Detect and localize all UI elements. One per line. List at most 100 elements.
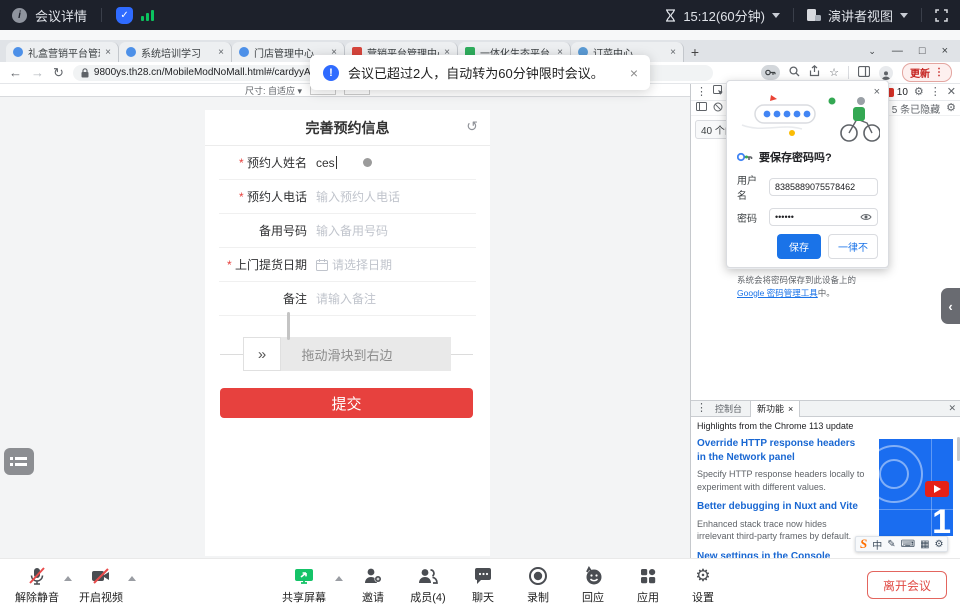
play-button-icon[interactable] [925, 481, 949, 497]
share-screen-button[interactable]: 共享屏幕 [274, 559, 334, 610]
ime-settings-icon[interactable]: ⚙ [935, 539, 944, 550]
sogou-logo-icon[interactable]: S [860, 536, 867, 552]
backup-number-input[interactable]: 输入备用号码 [316, 222, 388, 239]
layout-view-icon [807, 9, 821, 22]
security-shield-icon[interactable]: ✓ [116, 7, 133, 24]
tab-close-icon[interactable]: × [218, 47, 224, 58]
reactions-button[interactable]: 回应 [566, 559, 620, 610]
tab-close-icon[interactable]: × [788, 404, 793, 414]
submit-button[interactable]: 提交 [220, 388, 473, 418]
side-panel-icon[interactable] [858, 64, 870, 82]
unmute-button[interactable]: 解除静音 [10, 559, 64, 610]
ime-toolbox-icon[interactable]: ▦ [920, 539, 929, 550]
form-row-name[interactable]: 预约人姓名 ces [219, 146, 476, 180]
window-minimize-button[interactable]: — [892, 45, 903, 57]
clear-console-icon[interactable] [713, 102, 723, 115]
record-icon [528, 566, 548, 586]
form-row-phone[interactable]: 预约人电话 输入预约人电话 [219, 180, 476, 214]
drawer-close-icon[interactable]: ✕ [948, 403, 956, 414]
devtools-settings-icon[interactable]: ⚙ [914, 87, 924, 98]
camera-off-icon [90, 566, 112, 586]
toolbar-label: 邀请 [362, 589, 384, 605]
tab-whats-new[interactable]: 新功能 × [750, 401, 800, 417]
password-manager-link[interactable]: Google 密码管理工具 [737, 288, 818, 298]
notification-close-icon[interactable]: × [630, 65, 638, 81]
video-thumbnail[interactable]: 1 [879, 439, 953, 536]
settings-button[interactable]: ⚙ 设置 [676, 559, 730, 610]
page-scrollbar-thumb[interactable] [287, 312, 290, 340]
invite-button[interactable]: 邀请 [346, 559, 400, 610]
back-button[interactable]: ← [9, 65, 22, 80]
console-sidebar-icon[interactable] [696, 102, 707, 114]
notes-input[interactable]: 请输入备注 [316, 290, 376, 307]
slider-handle[interactable]: » [243, 337, 281, 371]
zoom-icon[interactable] [789, 64, 800, 82]
profile-avatar[interactable] [879, 66, 893, 80]
phone-input[interactable]: 输入预约人电话 [316, 188, 400, 205]
tab-close-icon[interactable]: × [105, 47, 111, 58]
tab-console[interactable]: 控制台 [715, 402, 742, 415]
forward-button[interactable]: → [31, 65, 44, 80]
username-label: 用户名 [737, 172, 763, 202]
ime-chinese-mode-icon[interactable]: 中 [872, 537, 882, 552]
whats-new-link[interactable]: Override HTTP response headers in the Ne… [697, 437, 865, 464]
video-panel-expand-icon[interactable]: ‹ [941, 288, 960, 324]
form-row-date[interactable]: 上门提货日期 请选择日期 [219, 248, 476, 282]
bookmark-star-icon[interactable]: ☆ [829, 66, 839, 79]
dialog-footer-note: 系统会将密码保存到此设备上的 Google 密码管理工具中。 [727, 268, 888, 305]
tab-close-icon[interactable]: × [670, 47, 676, 58]
whats-new-tab-label: 新功能 [757, 402, 784, 415]
tab-search-icon[interactable]: ⌄ [868, 46, 876, 57]
browser-tab[interactable]: 系统培训学习 × [119, 42, 232, 62]
devtools-menu-icon[interactable]: ⋮ [696, 87, 707, 98]
never-save-button[interactable]: 一律不 [828, 234, 878, 259]
meeting-agenda-button[interactable] [4, 448, 34, 475]
view-mode-dropdown-icon[interactable] [900, 13, 908, 18]
mic-options-chevron[interactable] [64, 576, 72, 581]
chat-button[interactable]: 聊天 [456, 559, 510, 610]
form-row-notes[interactable]: 备注 请输入备注 [219, 282, 476, 316]
start-video-button[interactable]: 开启视频 [74, 559, 128, 610]
ime-keyboard-icon[interactable]: ⌨ [901, 539, 915, 550]
devtools-more-icon[interactable]: ⋮ [930, 87, 941, 98]
save-password-button[interactable]: 保存 [777, 234, 821, 259]
inspect-element-icon[interactable] [713, 85, 724, 99]
timer-dropdown-icon[interactable] [772, 13, 780, 18]
apps-button[interactable]: 应用 [621, 559, 675, 610]
username-input[interactable]: 8385889075578462 [769, 178, 878, 196]
form-row-backup[interactable]: 备用号码 输入备用号码 [219, 214, 476, 248]
whats-new-heading: Highlights from the Chrome 113 update [697, 421, 955, 431]
fullscreen-icon[interactable] [935, 9, 948, 22]
drawer-menu-icon[interactable]: ⋮ [696, 403, 707, 414]
share-options-chevron[interactable] [335, 576, 343, 581]
whats-new-drawer: ⋮ 控制台 新功能 × ✕ Highlights from the Chrome… [691, 400, 960, 558]
undo-icon[interactable]: ↺ [466, 118, 478, 135]
window-maximize-button[interactable]: □ [919, 45, 926, 57]
device-size-select[interactable]: 自适应 [268, 86, 295, 96]
share-icon[interactable] [809, 64, 820, 82]
devtools-close-icon[interactable]: ✕ [947, 87, 956, 98]
record-button[interactable]: 录制 [511, 559, 565, 610]
members-button[interactable]: 成员(4) [401, 559, 455, 610]
show-password-eye-icon[interactable] [860, 213, 872, 221]
date-picker[interactable]: 请选择日期 [332, 256, 392, 273]
name-input[interactable]: ces [316, 156, 335, 170]
screen-share-icon [293, 566, 315, 586]
whats-new-link[interactable]: Better debugging in Nuxt and Vite [697, 500, 865, 514]
refresh-button[interactable]: ↻ [53, 65, 64, 81]
network-signal-icon[interactable] [141, 9, 154, 21]
password-key-icon[interactable] [761, 65, 780, 80]
password-input[interactable]: •••••• [769, 208, 878, 226]
toolbar-label: 设置 [692, 589, 714, 605]
video-options-chevron[interactable] [128, 576, 136, 581]
chrome-update-button[interactable]: 更新 ⋮ [902, 63, 952, 82]
view-mode-label[interactable]: 演讲者视图 [828, 6, 893, 25]
meeting-title[interactable]: 会议详情 [35, 6, 87, 25]
window-close-button[interactable]: × [942, 45, 948, 57]
browser-tab[interactable]: 礼盒营销平台管理中心 × [6, 42, 119, 62]
leave-meeting-button[interactable]: 离开会议 [867, 571, 947, 599]
meeting-info-icon[interactable]: i [12, 8, 27, 23]
ime-pen-icon[interactable]: ✎ [887, 539, 895, 550]
new-tab-button[interactable]: + [684, 42, 706, 62]
filter-settings-icon[interactable]: ⚙ [946, 103, 956, 114]
